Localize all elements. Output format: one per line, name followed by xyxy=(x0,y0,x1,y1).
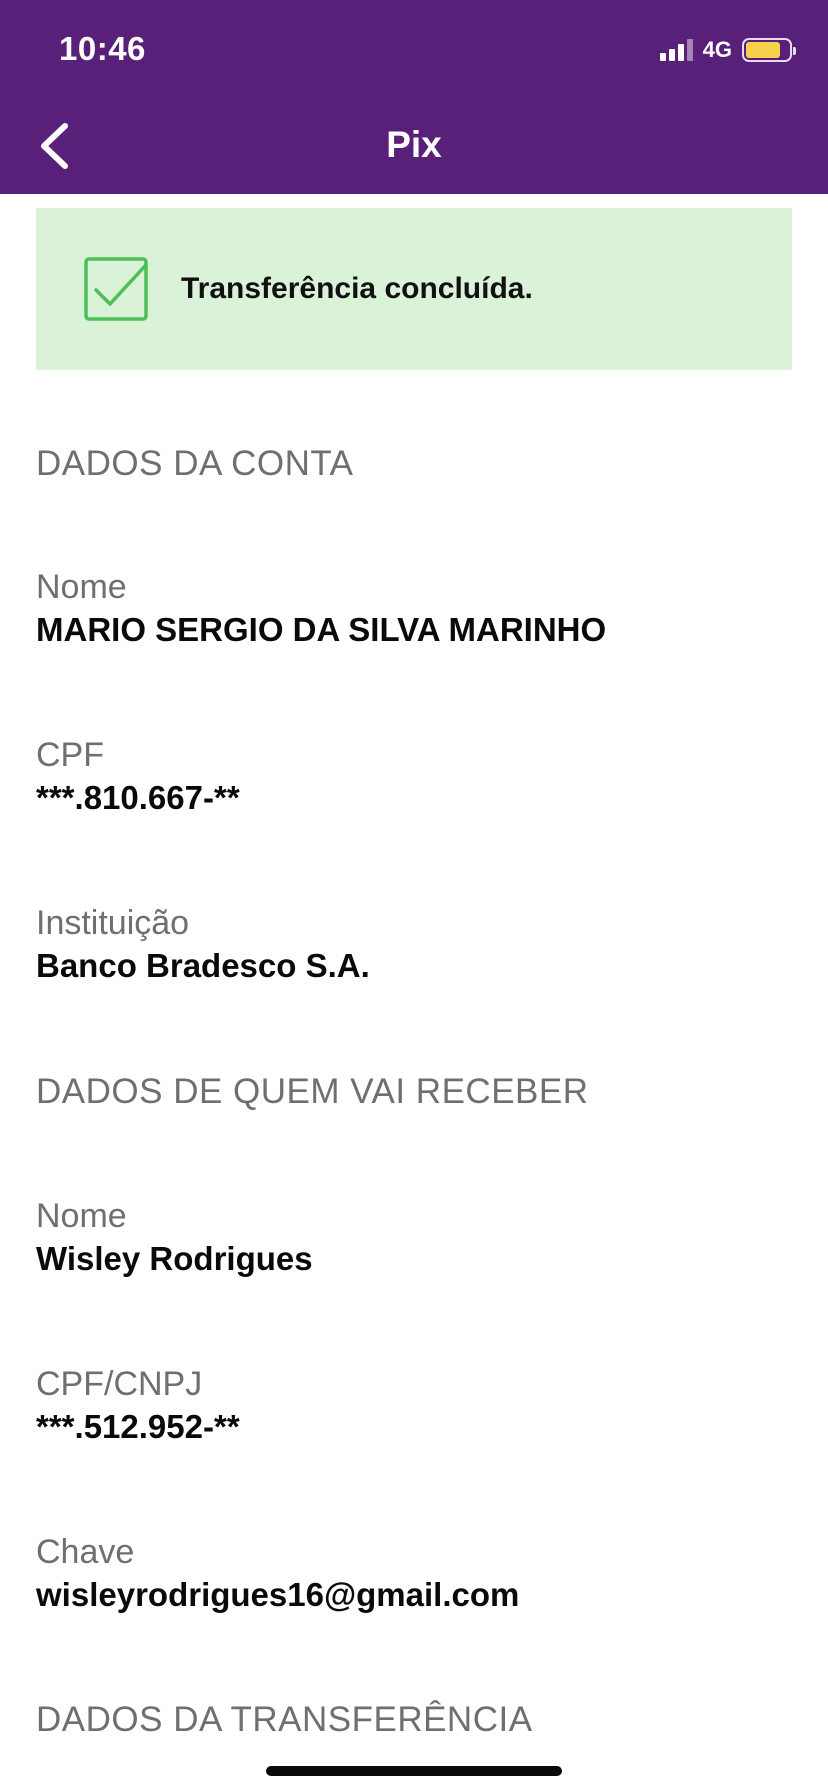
section-title-transfer: DADOS DA TRANSFERÊNCIA xyxy=(36,1700,533,1739)
success-banner: Transferência concluída. xyxy=(36,208,792,370)
page-title: Pix xyxy=(386,124,442,165)
institution-value: Banco Bradesco S.A. xyxy=(36,947,370,984)
recipient-name-label: Nome xyxy=(36,1197,127,1235)
recipient-name-value: Wisley Rodrigues xyxy=(36,1240,313,1277)
status-indicators: 4G xyxy=(659,36,796,64)
pix-key-value: wisleyrodrigues16@gmail.com xyxy=(36,1576,520,1613)
payer-cpf-value: ***.810.667-** xyxy=(36,779,240,816)
recipient-doc-label: CPF/CNPJ xyxy=(36,1365,203,1403)
payer-name-label: Nome xyxy=(36,568,127,606)
signal-bars-icon xyxy=(659,39,693,61)
institution-label: Instituição xyxy=(36,904,190,942)
network-label: 4G xyxy=(702,37,732,62)
top-bar: 10:46 4G Pix xyxy=(0,0,828,194)
recipient-doc-value: ***.512.952-** xyxy=(36,1408,240,1445)
section-title-recipient: DADOS DE QUEM VAI RECEBER xyxy=(36,1072,589,1111)
success-message: Transferência concluída. xyxy=(181,272,533,305)
pix-receipt-screen: 10:46 4G Pix Transferência concluída. DA… xyxy=(0,0,828,1792)
payer-name-value: MARIO SERGIO DA SILVA MARINHO xyxy=(36,611,607,648)
home-indicator[interactable] xyxy=(266,1766,562,1776)
payer-cpf-label: CPF xyxy=(36,736,104,774)
check-square-icon xyxy=(83,256,149,322)
section-title-account: DADOS DA CONTA xyxy=(36,444,354,483)
status-time: 10:46 xyxy=(59,30,146,67)
battery-icon xyxy=(742,38,796,62)
pix-key-label: Chave xyxy=(36,1533,135,1571)
